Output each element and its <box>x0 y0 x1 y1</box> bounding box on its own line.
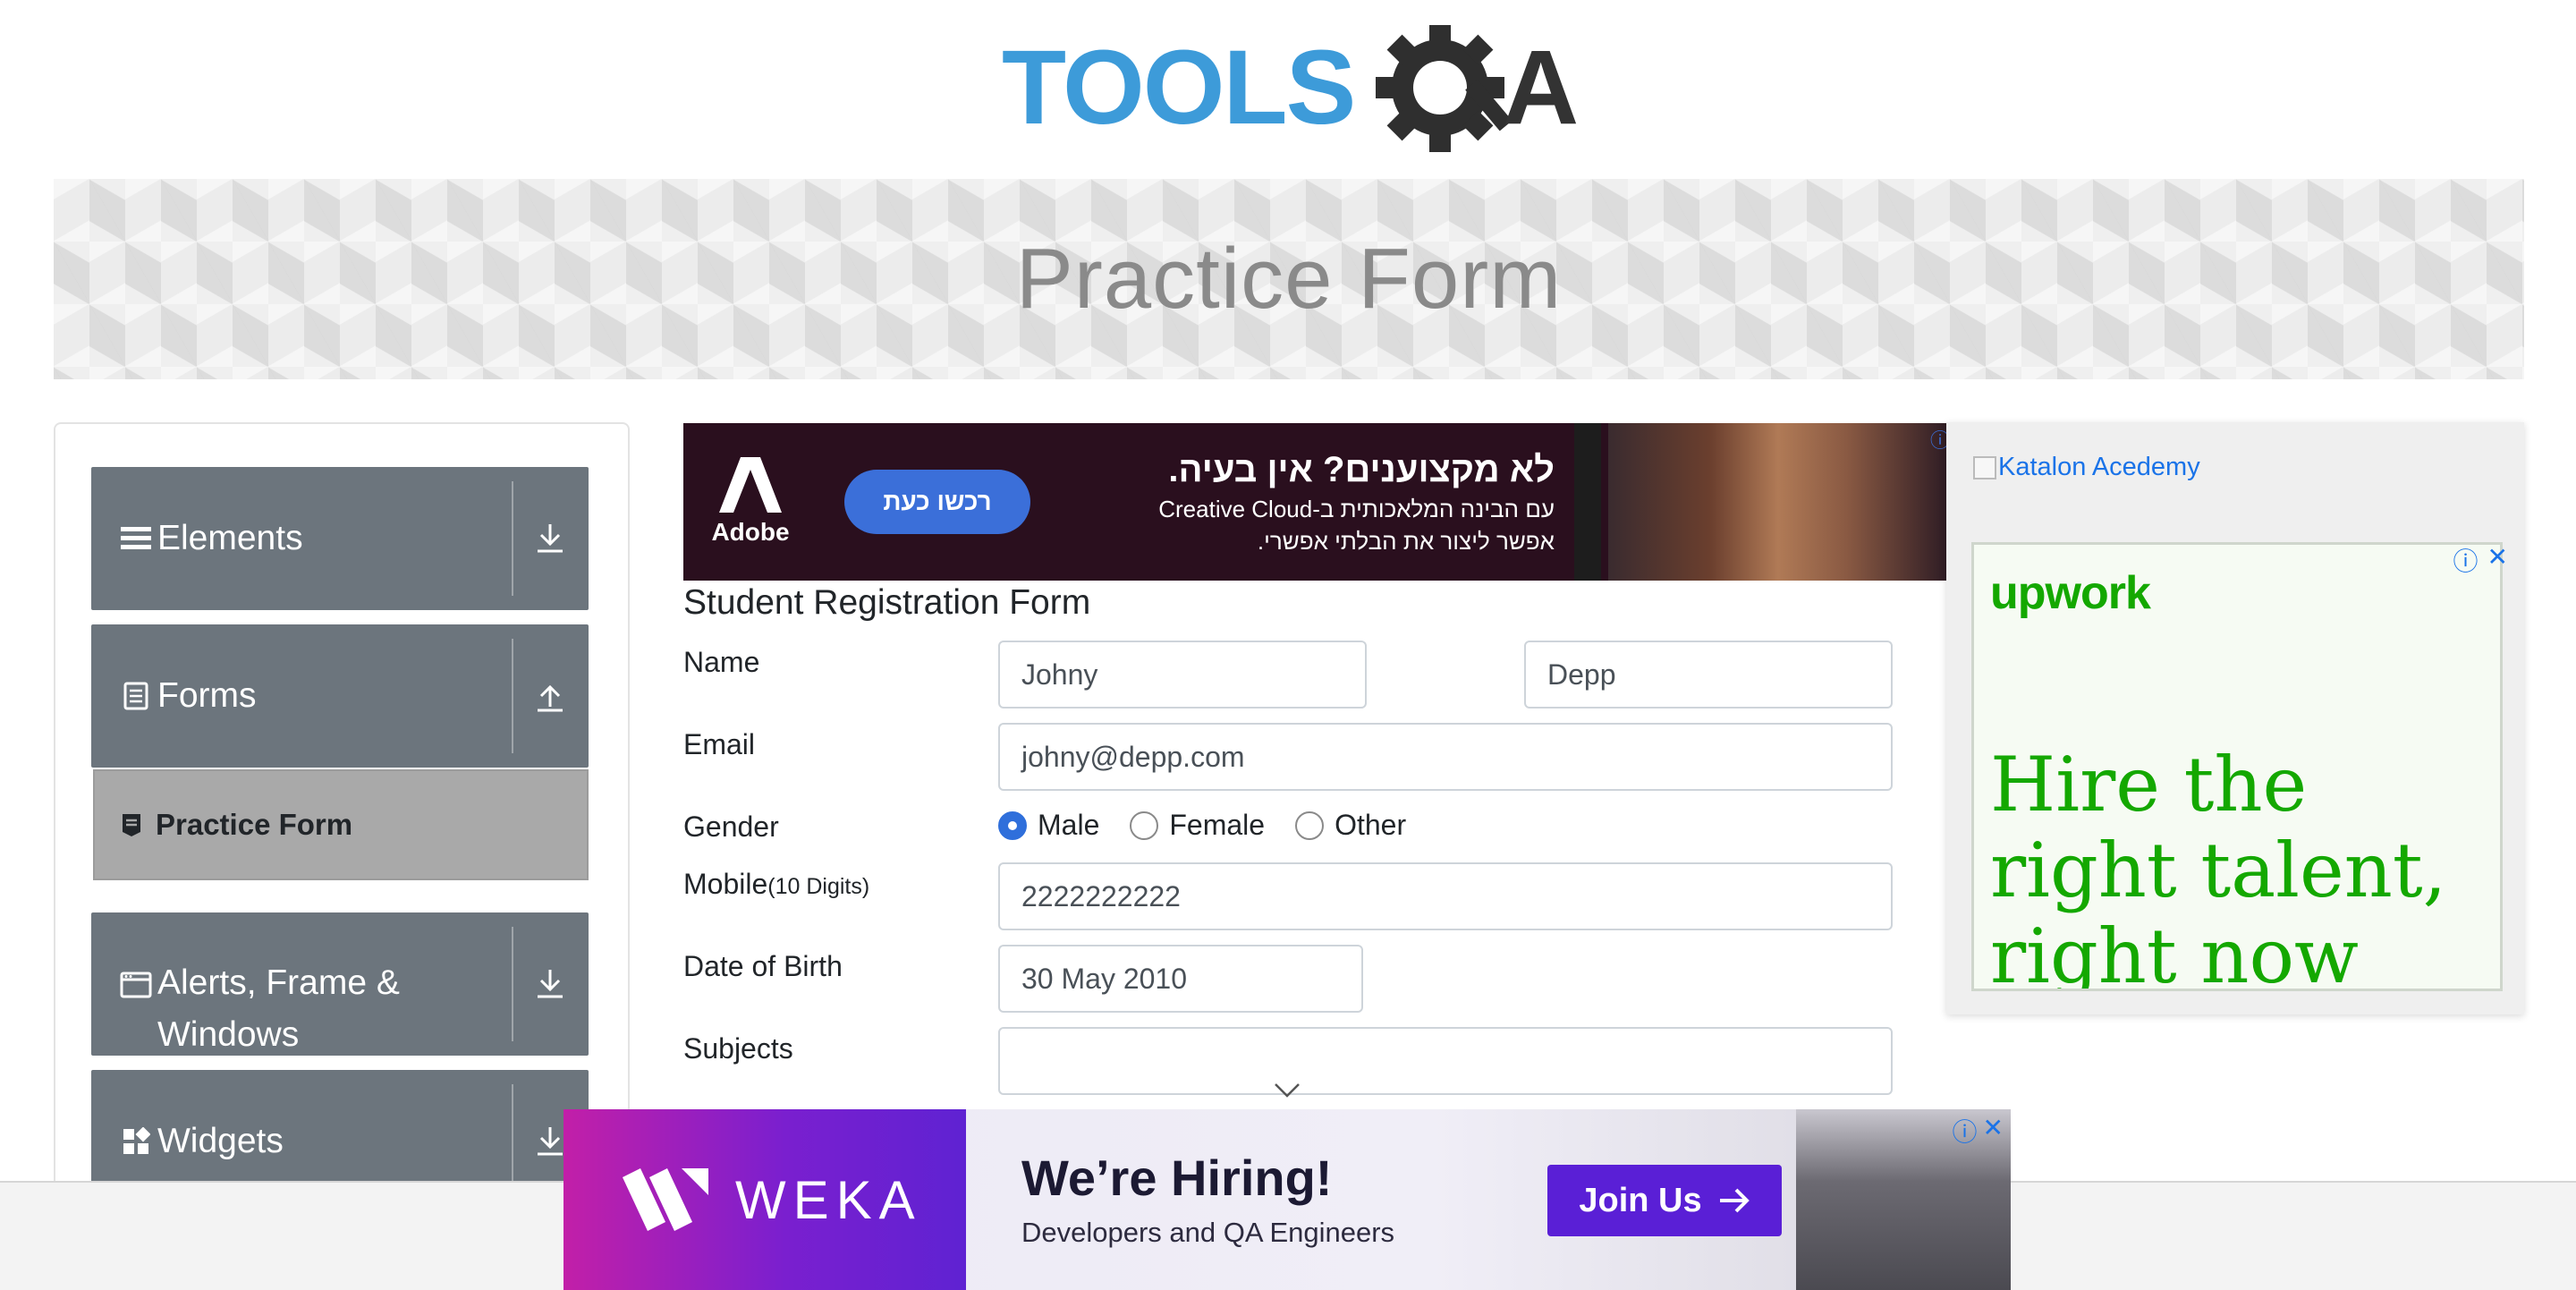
gender-male-label[interactable]: Male <box>1038 809 1099 842</box>
gender-female-label[interactable]: Female <box>1169 809 1265 842</box>
katalon-ad-link[interactable]: Katalon Acedemy <box>1973 453 2200 482</box>
sidebar-group-label: Widgets <box>157 1122 284 1160</box>
ad-photo <box>1608 423 1948 581</box>
sidebar-group-elements[interactable]: Elements <box>91 467 589 610</box>
right-ad-panel: Katalon Acedemy upwork Hire the right ta… <box>1946 422 2524 1014</box>
ad-buy-button[interactable]: רכשו כעת <box>844 470 1030 534</box>
logo-text-tools: TOOLS <box>1002 29 1354 147</box>
email-input[interactable]: johny@depp.com <box>998 723 1893 791</box>
mobile-hint: (10 Digits) <box>767 874 870 899</box>
join-us-button[interactable]: Join Us <box>1547 1165 1782 1236</box>
upwork-headline: Hire the right talent, right now <box>1990 741 2447 991</box>
mobile-input[interactable]: 2222222222 <box>998 862 1893 930</box>
broken-image-icon <box>1973 455 1996 480</box>
ad-line1: עם הבינה המלאכותית ב-Creative Cloud <box>1158 496 1555 522</box>
dob-label: Date of Birth <box>683 950 843 982</box>
katalon-alt-text: Katalon Acedemy <box>1998 453 2200 481</box>
sidebar-item-label: Practice Form <box>156 808 353 841</box>
form-title: Student Registration Form <box>683 583 1091 622</box>
ad-tools-strip <box>1574 423 1601 581</box>
ad-line2: אפשר ליצור את הבלתי אפשרי. <box>1257 528 1555 555</box>
adobe-brand: Adobe <box>711 518 790 546</box>
weka-subtitle: Developers and QA Engineers <box>1021 1217 1395 1248</box>
page-title: Practice Form <box>1015 231 1563 327</box>
divider <box>512 927 513 1041</box>
divider <box>512 481 513 596</box>
ad-controls: ⓘ ✕ <box>2453 542 2508 578</box>
chevron-down-icon[interactable] <box>1274 1082 1301 1103</box>
close-icon[interactable]: ✕ <box>1983 1113 2004 1149</box>
form-icon <box>118 812 145 837</box>
sidebar-group-forms[interactable]: Forms <box>91 624 589 768</box>
sidebar-group-label: Alerts, Frame & Windows <box>157 957 589 1061</box>
close-icon[interactable]: ✕ <box>2487 542 2508 578</box>
weka-logo-icon <box>623 1168 708 1231</box>
download-arrow-icon[interactable] <box>528 912 572 1056</box>
arrow-right-icon <box>1719 1188 1750 1213</box>
upwork-ad[interactable]: upwork Hire the right talent, right now <box>1971 542 2503 991</box>
sidebar-group-label: Forms <box>157 676 257 715</box>
ad-text: לא מקצוענים? אין בעיה. עם הבינה המלאכותי… <box>1089 446 1555 557</box>
subjects-input[interactable] <box>998 1027 1893 1095</box>
ad-headline: לא מקצוענים? אין בעיה. <box>1168 450 1555 489</box>
divider <box>512 639 513 753</box>
gender-male-radio[interactable] <box>998 810 1027 840</box>
list-icon <box>118 525 154 552</box>
gender-label: Gender <box>683 810 779 843</box>
weka-headline: We’re Hiring! <box>1021 1150 1333 1206</box>
page-banner: Practice Form <box>54 179 2524 379</box>
info-icon[interactable]: ⓘ <box>1930 425 1948 454</box>
sidebar-item-practice-form[interactable]: Practice Form <box>93 769 589 880</box>
mobile-label-text: Mobile <box>683 868 768 900</box>
adobe-logo: Adobe <box>701 423 800 581</box>
join-us-label: Join Us <box>1579 1181 1702 1219</box>
upwork-logo: upwork <box>1990 567 2151 619</box>
gender-other-radio[interactable] <box>1295 810 1325 840</box>
adobe-ad-banner[interactable]: Adobe רכשו כעת לא מקצוענים? אין בעיה. עם… <box>683 423 1948 581</box>
sidebar-group-alerts-frame-windows[interactable]: Alerts, Frame & Windows <box>91 912 589 1056</box>
info-icon[interactable]: ⓘ <box>1953 1113 1978 1149</box>
email-label: Email <box>683 728 756 760</box>
sidebar-group-label: Elements <box>157 519 303 557</box>
upload-arrow-icon[interactable] <box>528 624 572 768</box>
gender-other-label[interactable]: Other <box>1335 809 1406 842</box>
weka-ad-banner[interactable]: WEKA We’re Hiring! Developers and QA Eng… <box>564 1109 2011 1290</box>
logo-text-a: A <box>1503 29 1579 147</box>
download-arrow-icon[interactable] <box>528 467 572 610</box>
sidebar-group-label-line1: Alerts, Frame & <box>157 963 400 1002</box>
window-icon <box>118 972 154 998</box>
ad-controls: ⓘ ✕ <box>1953 1113 2004 1149</box>
sidebar-group-label-line2: Windows <box>157 1015 300 1054</box>
widgets-icon <box>118 1127 154 1156</box>
subjects-label: Subjects <box>683 1032 793 1065</box>
dob-input[interactable]: 30 May 2010 <box>998 945 1363 1013</box>
last-name-input[interactable]: Depp <box>1524 641 1893 709</box>
name-label: Name <box>683 646 760 678</box>
mobile-label: Mobile(10 Digits) <box>683 868 869 901</box>
info-icon[interactable]: ⓘ <box>2453 542 2479 578</box>
weka-brand-panel: WEKA <box>564 1109 966 1290</box>
weka-brand: WEKA <box>735 1169 922 1230</box>
toolsqa-logo[interactable]: TOOLS A <box>1002 23 1583 159</box>
first-name-input[interactable]: Johny <box>998 641 1367 709</box>
gender-female-radio[interactable] <box>1130 810 1159 840</box>
document-icon <box>118 682 154 710</box>
gender-radio-group: Male Female Other <box>998 809 1436 842</box>
gear-icon <box>1376 23 1513 152</box>
left-sidebar: Elements Forms Practice Form Alerts, Fra… <box>54 422 630 1290</box>
